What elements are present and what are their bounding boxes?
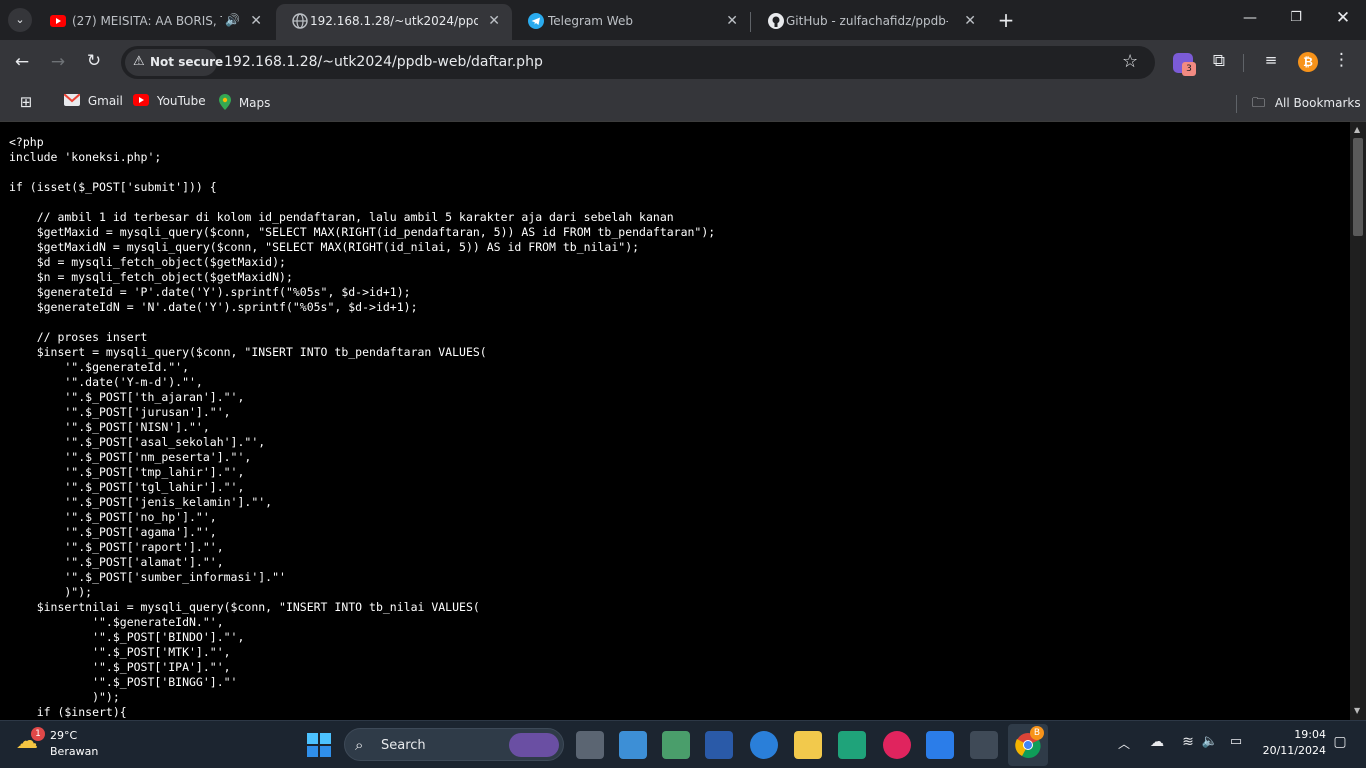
- search-highlight-icon: [509, 733, 559, 757]
- taskbar-search[interactable]: ⌕ Search: [344, 728, 564, 761]
- all-bookmarks-button[interactable]: 🗀 All Bookmarks: [1252, 94, 1361, 116]
- bookmarks-divider: [1236, 95, 1237, 113]
- wifi-icon[interactable]: ≋: [1179, 734, 1197, 750]
- minimize-icon[interactable]: —: [1238, 10, 1262, 26]
- security-label: Not secure: [150, 55, 224, 69]
- url-text[interactable]: 192.168.1.28/~utk2024/ppdb-web/daftar.ph…: [224, 54, 543, 70]
- tab-title: (27) MEISITA: AA BORIS, TO: [72, 14, 222, 28]
- scroll-up-arrow-icon[interactable]: ▲: [1354, 125, 1360, 134]
- globe-icon: [292, 13, 308, 29]
- scrollbar-thumb[interactable]: [1353, 138, 1363, 236]
- tab-title: Telegram Web: [548, 14, 633, 28]
- youtube-icon: [133, 94, 149, 106]
- media-app-icon[interactable]: [883, 731, 911, 759]
- weather-widget[interactable]: ☁ 1 29°C Berawan: [16, 727, 126, 763]
- clock[interactable]: 19:04 20/11/2024: [1256, 728, 1326, 762]
- snipping-tool-icon[interactable]: [662, 731, 690, 759]
- show-hidden-icons-chevron-icon[interactable]: ︿: [1115, 735, 1133, 752]
- apps-grid-icon[interactable]: ⊞: [16, 93, 36, 111]
- lightning-app-icon[interactable]: [838, 731, 866, 759]
- bookmarks-bar: ⊞ Gmail YouTube Maps 🗀 All Bookmarks: [0, 85, 1366, 122]
- php-source-code: <?php include 'koneksi.php'; if (isset($…: [9, 135, 716, 719]
- close-window-icon[interactable]: ✕: [1331, 8, 1355, 28]
- audio-playing-icon[interactable]: 🔊: [225, 13, 240, 27]
- page-content: <?php include 'koneksi.php'; if (isset($…: [0, 122, 1350, 720]
- close-tab-icon[interactable]: ✕: [488, 13, 500, 29]
- security-chip[interactable]: ⚠ Not secure: [125, 49, 223, 76]
- tab-telegram[interactable]: Telegram Web ✕: [512, 4, 750, 40]
- volume-icon[interactable]: 🔈: [1201, 734, 1219, 749]
- tab-title: 192.168.1.28/~utk2024/ppdb-w: [310, 14, 478, 28]
- more-menu-icon[interactable]: ⋮: [1333, 50, 1350, 70]
- windows-taskbar: ☁ 1 29°C Berawan ⌕ Search B ︿ ☁ ≋ 🔈 ▭ 19…: [0, 720, 1366, 768]
- tab-youtube[interactable]: (27) MEISITA: AA BORIS, TO 🔊 ✕: [34, 4, 274, 40]
- weather-desc: Berawan: [50, 745, 99, 758]
- battery-icon[interactable]: ▭: [1226, 734, 1246, 749]
- profile-avatar[interactable]: ₿: [1298, 52, 1318, 72]
- bookmark-maps[interactable]: Maps: [219, 94, 270, 110]
- forward-arrow-icon[interactable]: →: [46, 52, 70, 72]
- search-icon: ⌕: [355, 736, 364, 754]
- extensions-puzzle-icon[interactable]: ⧉: [1208, 51, 1230, 71]
- browser-toolbar: ← → ↻ ⚠ Not secure 192.168.1.28/~utk2024…: [0, 40, 1366, 85]
- chrome-profile-badge: B: [1030, 726, 1044, 740]
- start-button[interactable]: [307, 733, 331, 757]
- close-tab-icon[interactable]: ✕: [964, 13, 976, 29]
- clock-time: 19:04: [1294, 728, 1326, 741]
- windows-logo-icon: [307, 733, 331, 757]
- warning-triangle-icon: ⚠: [133, 54, 145, 69]
- toolbar-divider: [1243, 54, 1244, 72]
- browser-chrome: ⌄ (27) MEISITA: AA BORIS, TO 🔊 ✕ 192.168…: [0, 0, 1366, 122]
- media-controls-icon[interactable]: ≡: [1260, 51, 1282, 69]
- bookmark-star-icon[interactable]: ☆: [1122, 51, 1138, 72]
- code-editor-icon[interactable]: [970, 731, 998, 759]
- telegram-icon: [528, 13, 544, 29]
- vertical-scrollbar[interactable]: ▲ ▼: [1350, 122, 1366, 720]
- maps-icon: [219, 94, 231, 110]
- tab-strip: ⌄ (27) MEISITA: AA BORIS, TO 🔊 ✕ 192.168…: [0, 0, 1366, 40]
- edge-icon[interactable]: [750, 731, 778, 759]
- back-arrow-icon[interactable]: ←: [10, 52, 34, 72]
- virtualbox-icon[interactable]: [705, 731, 733, 759]
- bookmark-gmail[interactable]: Gmail: [63, 93, 123, 108]
- network-app-icon[interactable]: [926, 731, 954, 759]
- control-panel-icon[interactable]: [619, 731, 647, 759]
- extension-icon[interactable]: 3: [1173, 53, 1196, 76]
- bookmark-youtube[interactable]: YouTube: [133, 94, 206, 108]
- close-tab-icon[interactable]: ✕: [250, 13, 262, 29]
- search-label: Search: [381, 738, 426, 753]
- notification-center-icon[interactable]: ▢: [1330, 734, 1350, 750]
- close-tab-icon[interactable]: ✕: [726, 13, 738, 29]
- reload-icon[interactable]: ↻: [82, 51, 106, 71]
- scroll-down-arrow-icon[interactable]: ▼: [1354, 706, 1360, 715]
- gmail-icon: [63, 93, 81, 106]
- new-tab-button[interactable]: +: [994, 8, 1018, 32]
- weather-badge: 1: [31, 727, 45, 741]
- github-icon: [768, 13, 784, 29]
- file-explorer-icon[interactable]: [794, 731, 822, 759]
- tab-title: GitHub - zulfachafidz/ppdb-we: [786, 14, 948, 28]
- tab-github[interactable]: GitHub - zulfachafidz/ppdb-we ✕: [752, 4, 988, 40]
- task-view-icon[interactable]: [576, 731, 604, 759]
- folder-icon: 🗀: [1252, 96, 1266, 111]
- restore-icon[interactable]: ❐: [1284, 10, 1308, 25]
- weather-temp: 29°C: [50, 729, 78, 742]
- tab-search-chevron-icon[interactable]: ⌄: [8, 8, 32, 32]
- bookmark-label: Maps: [238, 96, 271, 110]
- clock-date: 20/11/2024: [1262, 744, 1326, 757]
- extension-badge: 3: [1182, 62, 1196, 76]
- bookmark-label: YouTube: [156, 94, 206, 108]
- all-bookmarks-label: All Bookmarks: [1274, 96, 1361, 110]
- tab-separator: [750, 12, 751, 32]
- youtube-icon: [50, 15, 66, 27]
- cloud-sync-icon[interactable]: ☁: [1146, 734, 1168, 750]
- address-bar[interactable]: ⚠ Not secure 192.168.1.28/~utk2024/ppdb-…: [121, 46, 1155, 79]
- tab-daftar-php[interactable]: 192.168.1.28/~utk2024/ppdb-w ✕: [276, 4, 512, 40]
- chrome-taskbar-button[interactable]: B: [1008, 724, 1048, 766]
- bookmark-label: Gmail: [87, 94, 123, 108]
